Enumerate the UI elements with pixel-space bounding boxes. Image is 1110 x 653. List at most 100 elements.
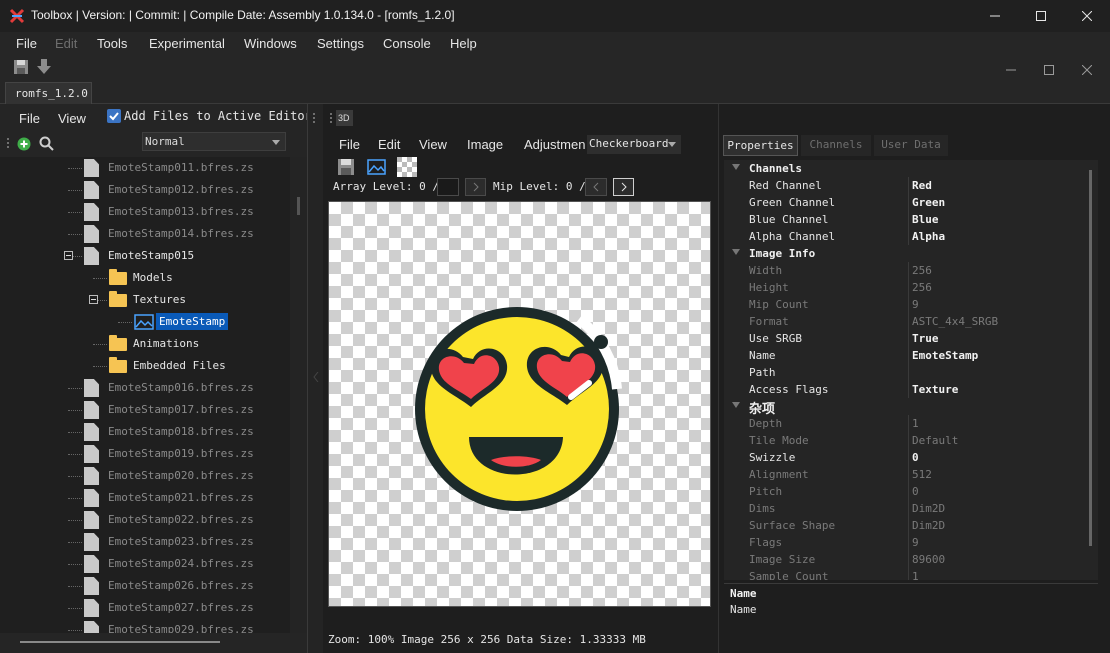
property-value[interactable]: Blue xyxy=(912,213,939,226)
minimize-button[interactable] xyxy=(972,0,1018,32)
tree-item[interactable]: EmoteStamp026.bfres.zs xyxy=(0,576,290,596)
property-value[interactable]: 9 xyxy=(912,298,919,311)
save-icon[interactable] xyxy=(337,158,355,176)
property-category[interactable]: Channels xyxy=(724,160,1084,177)
tree-item[interactable]: EmoteStamp023.bfres.zs xyxy=(0,532,290,552)
property-value[interactable]: 256 xyxy=(912,264,932,277)
property-value[interactable]: Default xyxy=(912,434,958,447)
editor-menu-image[interactable]: Image xyxy=(467,137,503,152)
add-files-checkbox[interactable] xyxy=(107,109,121,123)
close-button[interactable] xyxy=(1064,0,1110,32)
property-value[interactable]: 89600 xyxy=(912,553,945,566)
mip-level-next-button[interactable] xyxy=(613,178,634,196)
left-menu-file[interactable]: File xyxy=(19,111,40,126)
property-value[interactable]: 512 xyxy=(912,468,932,481)
property-value[interactable]: 1 xyxy=(912,417,919,430)
property-value[interactable]: 256 xyxy=(912,281,932,294)
tab-user-data[interactable]: User Data xyxy=(874,135,948,156)
tree-item[interactable]: EmoteStamp011.bfres.zs xyxy=(0,158,290,178)
tree-item[interactable]: EmoteStamp xyxy=(0,312,290,332)
menu-console[interactable]: Console xyxy=(383,36,431,51)
chevron-left-icon[interactable] xyxy=(313,372,319,382)
property-row[interactable]: Use SRGB True xyxy=(724,330,1084,347)
panel-splitter[interactable] xyxy=(307,104,323,653)
property-value[interactable]: ASTC_4x4_SRGB xyxy=(912,315,998,328)
chevron-down-icon[interactable] xyxy=(732,164,740,170)
menu-tools[interactable]: Tools xyxy=(97,36,127,51)
tree-item[interactable]: EmoteStamp018.bfres.zs xyxy=(0,422,290,442)
editor-menu-file[interactable]: File xyxy=(339,137,360,152)
tree-hscroll-thumb[interactable] xyxy=(20,641,220,643)
property-row[interactable]: Surface Shape Dim2D xyxy=(724,517,1084,534)
tree-vertical-scrollbar[interactable] xyxy=(290,157,307,633)
tree-item[interactable]: Animations xyxy=(0,334,290,354)
property-value[interactable]: 9 xyxy=(912,536,919,549)
collapse-toggle[interactable] xyxy=(89,295,98,304)
property-row[interactable]: Sample Count 1 xyxy=(724,568,1084,580)
tree-item[interactable]: EmoteStamp012.bfres.zs xyxy=(0,180,290,200)
tree-item[interactable]: EmoteStamp024.bfres.zs xyxy=(0,554,290,574)
chevron-down-icon[interactable] xyxy=(732,402,740,408)
property-row[interactable]: Image Size 89600 xyxy=(724,551,1084,568)
property-row[interactable]: Pitch 0 xyxy=(724,483,1084,500)
editor-menu-edit[interactable]: Edit xyxy=(378,137,400,152)
menu-experimental[interactable]: Experimental xyxy=(149,36,225,51)
tree-scroll-thumb[interactable] xyxy=(297,197,300,215)
add-icon[interactable] xyxy=(17,137,31,151)
menu-edit[interactable]: Edit xyxy=(55,36,77,51)
tree-item[interactable]: EmoteStamp017.bfres.zs xyxy=(0,400,290,420)
property-value[interactable]: True xyxy=(912,332,939,345)
file-tree[interactable]: EmoteStamp011.bfres.zs EmoteStamp012.bfre… xyxy=(0,157,290,633)
property-row[interactable]: Tile Mode Default xyxy=(724,432,1084,449)
property-value[interactable]: 0 xyxy=(912,485,919,498)
editor-menu-adjustments[interactable]: Adjustmen xyxy=(524,137,585,152)
property-grid[interactable]: Channels Red Channel Red Green Channel Green… xyxy=(724,160,1084,580)
property-category[interactable]: Image Info xyxy=(724,245,1084,262)
doc-close-button[interactable] xyxy=(1081,63,1093,78)
chevron-down-icon[interactable] xyxy=(732,249,740,255)
property-row[interactable]: Alignment 512 xyxy=(724,466,1084,483)
property-row[interactable]: Alpha Channel Alpha xyxy=(724,228,1084,245)
property-row[interactable]: Name EmoteStamp xyxy=(724,347,1084,364)
checkerboard-icon[interactable] xyxy=(397,157,417,177)
property-row[interactable]: Path xyxy=(724,364,1084,381)
tree-item[interactable]: EmoteStamp020.bfres.zs xyxy=(0,466,290,486)
property-row[interactable]: Access Flags Texture xyxy=(724,381,1084,398)
property-row[interactable]: Depth 1 xyxy=(724,415,1084,432)
tree-item[interactable]: EmoteStamp014.bfres.zs xyxy=(0,224,290,244)
tab-channels[interactable]: Channels xyxy=(801,135,871,156)
property-value[interactable]: Red xyxy=(912,179,932,192)
property-category[interactable]: 杂项 xyxy=(724,398,1084,417)
property-row[interactable]: Flags 9 xyxy=(724,534,1084,551)
tree-item[interactable]: EmoteStamp022.bfres.zs xyxy=(0,510,290,530)
menu-help[interactable]: Help xyxy=(450,36,477,51)
property-row[interactable]: Blue Channel Blue xyxy=(724,211,1084,228)
tab-properties[interactable]: Properties xyxy=(723,135,798,156)
menu-file[interactable]: File xyxy=(16,36,37,51)
tree-item[interactable]: Embedded Files xyxy=(0,356,290,376)
property-row[interactable]: Width 256 xyxy=(724,262,1084,279)
tree-item[interactable]: EmoteStamp019.bfres.zs xyxy=(0,444,290,464)
tree-item[interactable]: Textures xyxy=(0,290,290,310)
property-row[interactable]: Format ASTC_4x4_SRGB xyxy=(724,313,1084,330)
texture-preview-canvas[interactable] xyxy=(328,201,711,607)
search-icon[interactable] xyxy=(39,136,54,151)
property-value[interactable]: Texture xyxy=(912,383,958,396)
mip-level-prev-button[interactable] xyxy=(585,178,607,196)
property-row[interactable]: Dims Dim2D xyxy=(724,500,1084,517)
menu-windows[interactable]: Windows xyxy=(244,36,297,51)
tree-item[interactable]: EmoteStamp021.bfres.zs xyxy=(0,488,290,508)
property-row[interactable]: Green Channel Green xyxy=(724,194,1084,211)
property-value[interactable]: 0 xyxy=(912,451,919,464)
doc-maximize-button[interactable] xyxy=(1044,63,1054,78)
download-icon[interactable] xyxy=(37,59,51,75)
view-mode-select[interactable]: Normal xyxy=(142,132,286,151)
tree-item[interactable]: EmoteStamp016.bfres.zs xyxy=(0,378,290,398)
property-row[interactable]: Height 256 xyxy=(724,279,1084,296)
property-row[interactable]: Red Channel Red xyxy=(724,177,1084,194)
property-value[interactable]: Alpha xyxy=(912,230,945,243)
collapse-toggle[interactable] xyxy=(64,251,73,260)
tab-romfs[interactable]: romfs_1.2.0 xyxy=(5,82,92,104)
property-value[interactable]: Dim2D xyxy=(912,519,945,532)
array-level-next-button[interactable] xyxy=(465,178,486,196)
